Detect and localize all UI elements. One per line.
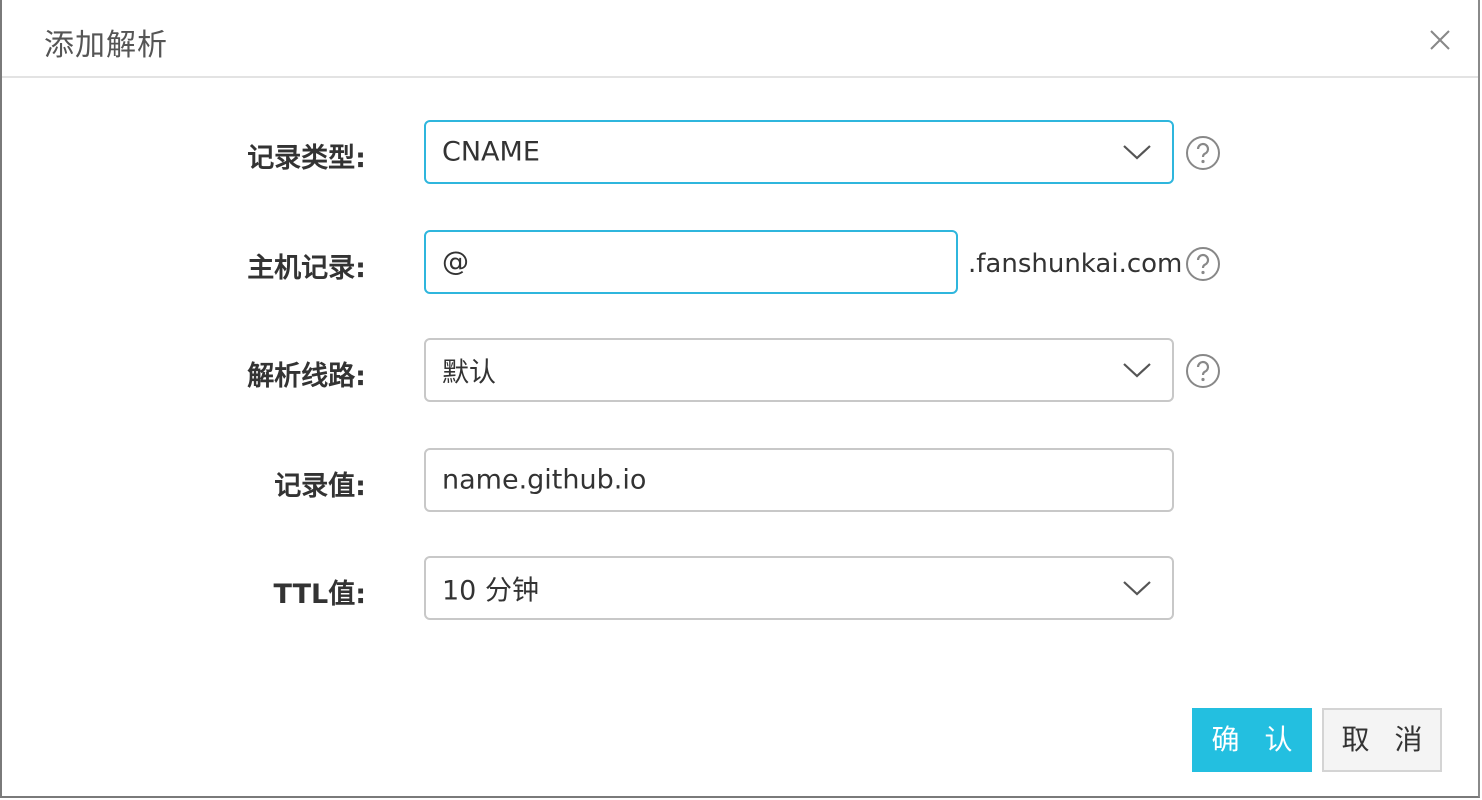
record-value-input[interactable]: name.github.io: [424, 448, 1174, 512]
dialog-header: 添加解析: [2, 0, 1478, 78]
record-type-label: 记录类型:: [247, 143, 366, 174]
help-icon[interactable]: [1185, 353, 1221, 389]
add-record-dialog: 添加解析 记录类型: CNAME 主机记录: @ .fanshunkai.com…: [0, 0, 1480, 798]
ttl-select[interactable]: 10 分钟: [424, 556, 1174, 620]
record-type-value: CNAME: [442, 136, 540, 168]
record-type-select[interactable]: CNAME: [424, 120, 1174, 184]
host-record-input[interactable]: @: [424, 230, 958, 294]
confirm-button[interactable]: 确 认: [1192, 708, 1312, 772]
domain-suffix: .fanshunkai.com: [968, 249, 1183, 279]
line-select[interactable]: 默认: [424, 338, 1174, 402]
host-record-label: 主机记录:: [247, 253, 366, 284]
close-icon[interactable]: [1426, 26, 1454, 54]
line-value: 默认: [442, 357, 496, 389]
chevron-down-icon: [1123, 363, 1151, 378]
record-value-label: 记录值:: [274, 471, 366, 502]
ttl-value: 10 分钟: [442, 575, 539, 607]
dialog-title: 添加解析: [44, 28, 168, 63]
ttl-label: TTL值:: [273, 579, 366, 610]
host-record-value: @: [442, 246, 469, 278]
record-value-text: name.github.io: [442, 464, 647, 496]
chevron-down-icon: [1123, 145, 1151, 160]
line-label: 解析线路:: [247, 361, 366, 392]
chevron-down-icon: [1123, 581, 1151, 596]
help-icon[interactable]: [1185, 135, 1221, 171]
cancel-button[interactable]: 取 消: [1322, 708, 1442, 772]
help-icon[interactable]: [1185, 246, 1221, 282]
